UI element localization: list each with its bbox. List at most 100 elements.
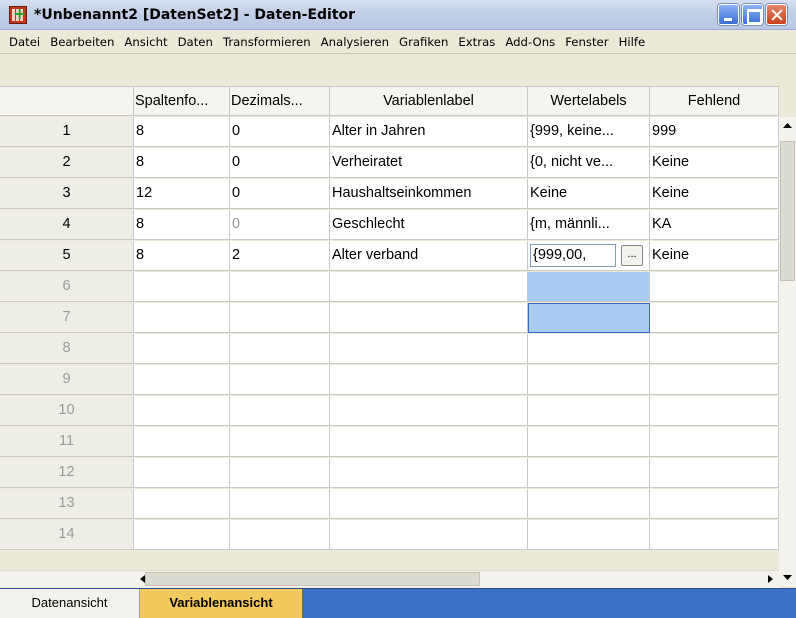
empty-cell[interactable]: [650, 520, 779, 550]
empty-cell[interactable]: [134, 334, 230, 364]
menu-datei[interactable]: Datei: [4, 35, 45, 49]
menu-ansicht[interactable]: Ansicht: [119, 35, 172, 49]
row-header[interactable]: 4: [0, 210, 134, 240]
row-header[interactable]: 11: [0, 427, 134, 457]
row-header[interactable]: 1: [0, 117, 134, 147]
empty-cell[interactable]: [134, 427, 230, 457]
cell-fehlend[interactable]: 999: [650, 117, 779, 147]
cell-variablenlabel[interactable]: Verheiratet: [330, 148, 528, 178]
title-bar[interactable]: *Unbenannt2 [DatenSet2] - Daten-Editor: [0, 0, 796, 30]
empty-cell[interactable]: [134, 396, 230, 426]
menu-daten[interactable]: Daten: [173, 35, 218, 49]
cell-wertelabels[interactable]: Keine: [528, 179, 650, 209]
menu-hilfe[interactable]: Hilfe: [614, 35, 651, 49]
column-header-fehlend[interactable]: Fehlend: [650, 86, 779, 116]
row-header[interactable]: 6: [0, 272, 134, 302]
wertelabels-edit-field[interactable]: {999,00,: [530, 244, 616, 267]
empty-cell[interactable]: [650, 272, 779, 302]
empty-cell[interactable]: [134, 272, 230, 302]
cell-spaltenformat[interactable]: 8: [134, 210, 230, 240]
empty-cell[interactable]: [528, 365, 650, 395]
empty-cell[interactable]: [528, 489, 650, 519]
menu-bearbeiten[interactable]: Bearbeiten: [45, 35, 119, 49]
row-header[interactable]: 13: [0, 489, 134, 519]
empty-cell[interactable]: [230, 396, 330, 426]
empty-cell[interactable]: [230, 334, 330, 364]
cell-dezimalstellen[interactable]: 0: [230, 210, 330, 240]
empty-cell[interactable]: [650, 427, 779, 457]
empty-cell[interactable]: [134, 365, 230, 395]
empty-cell[interactable]: [330, 396, 528, 426]
horizontal-scrollbar[interactable]: [134, 570, 779, 588]
empty-cell[interactable]: [330, 520, 528, 550]
maximize-button[interactable]: [742, 4, 763, 25]
column-header-dezimalstellen[interactable]: Dezimals...: [230, 86, 330, 116]
menu-transformieren[interactable]: Transformieren: [218, 35, 316, 49]
row-header[interactable]: 10: [0, 396, 134, 426]
cell-fehlend[interactable]: Keine: [650, 241, 779, 271]
menu-grafiken[interactable]: Grafiken: [394, 35, 453, 49]
horizontal-scroll-thumb[interactable]: [145, 572, 480, 586]
empty-cell[interactable]: [330, 334, 528, 364]
row-header[interactable]: 12: [0, 458, 134, 488]
menu-add-ons[interactable]: Add-Ons: [500, 35, 560, 49]
empty-cell[interactable]: [650, 489, 779, 519]
cell-wertelabels[interactable]: {999, keine...: [528, 117, 650, 147]
empty-cell[interactable]: [134, 303, 230, 333]
close-button[interactable]: [766, 4, 787, 25]
row-header[interactable]: 7: [0, 303, 134, 333]
cell-variablenlabel[interactable]: Haushaltseinkommen: [330, 179, 528, 209]
empty-cell[interactable]: [230, 520, 330, 550]
cell-wertelabels[interactable]: {999,00,...: [528, 241, 650, 271]
empty-cell[interactable]: [650, 365, 779, 395]
vertical-scroll-thumb[interactable]: [780, 141, 795, 281]
empty-cell[interactable]: [134, 489, 230, 519]
menu-extras[interactable]: Extras: [453, 35, 500, 49]
cell-spaltenformat[interactable]: 12: [134, 179, 230, 209]
row-header[interactable]: 3: [0, 179, 134, 209]
empty-cell[interactable]: [650, 334, 779, 364]
cell-variablenlabel[interactable]: Alter in Jahren: [330, 117, 528, 147]
empty-cell[interactable]: [528, 520, 650, 550]
ellipsis-button[interactable]: ...: [621, 245, 643, 266]
cell-spaltenformat[interactable]: 8: [134, 117, 230, 147]
empty-cell[interactable]: [330, 489, 528, 519]
cell-fehlend[interactable]: Keine: [650, 179, 779, 209]
row-header[interactable]: 14: [0, 520, 134, 550]
empty-cell[interactable]: [650, 396, 779, 426]
row-header[interactable]: 9: [0, 365, 134, 395]
cell-spaltenformat[interactable]: 8: [134, 148, 230, 178]
column-header-wertelabels[interactable]: Wertelabels: [528, 86, 650, 116]
cell-wertelabels[interactable]: {m, männli...: [528, 210, 650, 240]
empty-cell[interactable]: [528, 334, 650, 364]
empty-cell[interactable]: [650, 303, 779, 333]
empty-cell[interactable]: [230, 458, 330, 488]
empty-cell[interactable]: [230, 303, 330, 333]
cell-fehlend[interactable]: KA: [650, 210, 779, 240]
menu-fenster[interactable]: Fenster: [560, 35, 613, 49]
empty-cell[interactable]: [330, 427, 528, 457]
scroll-up-icon[interactable]: [779, 117, 796, 134]
empty-cell[interactable]: [330, 365, 528, 395]
empty-cell[interactable]: [650, 458, 779, 488]
empty-cell[interactable]: [230, 272, 330, 302]
empty-cell[interactable]: [134, 520, 230, 550]
cell-dezimalstellen[interactable]: 0: [230, 117, 330, 147]
cell-variablenlabel[interactable]: Geschlecht: [330, 210, 528, 240]
empty-cell[interactable]: [134, 458, 230, 488]
scroll-down-icon[interactable]: [779, 569, 796, 586]
cell-spaltenformat[interactable]: 8: [134, 241, 230, 271]
empty-cell[interactable]: [230, 365, 330, 395]
cell-dezimalstellen[interactable]: 2: [230, 241, 330, 271]
empty-cell[interactable]: [230, 427, 330, 457]
empty-cell[interactable]: [528, 272, 650, 302]
cell-dezimalstellen[interactable]: 0: [230, 179, 330, 209]
vertical-scrollbar[interactable]: [779, 117, 796, 586]
menu-analysieren[interactable]: Analysieren: [316, 35, 394, 49]
minimize-button[interactable]: [718, 4, 739, 25]
tab-data-view[interactable]: Datenansicht: [0, 589, 140, 618]
empty-cell[interactable]: [528, 427, 650, 457]
empty-cell[interactable]: [330, 458, 528, 488]
column-header-variablenlabel[interactable]: Variablenlabel: [330, 86, 528, 116]
empty-cell[interactable]: [528, 458, 650, 488]
